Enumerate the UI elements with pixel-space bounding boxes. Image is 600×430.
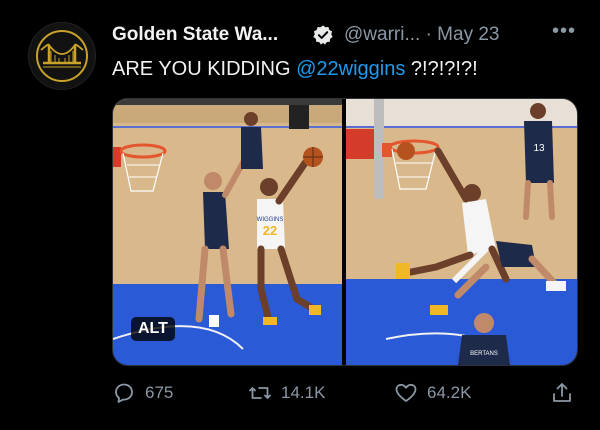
right-jersey-number: 13 [533, 143, 545, 154]
retweet-icon [249, 387, 271, 399]
like-count: 64.2K [427, 383, 472, 402]
author-name[interactable]: Golden State Wa... [112, 24, 278, 46]
like-icon [395, 383, 417, 402]
more-icon[interactable]: ••• [552, 20, 576, 43]
reply-count: 675 [145, 383, 174, 402]
retweet-count: 14.1K [281, 383, 326, 402]
verified-badge-icon [313, 25, 333, 45]
handle-and-date[interactable]: @warri... · May 23 [344, 24, 499, 46]
alt-badge[interactable]: ALT [131, 317, 175, 341]
reply-button[interactable]: 675 [112, 378, 173, 408]
tweet-text: ARE YOU KIDDING @22wiggins ?!?!?!?! [112, 58, 478, 81]
like-button[interactable]: 64.2K [394, 378, 471, 408]
tweet-text-prefix: ARE YOU KIDDING [112, 58, 297, 80]
mention-link[interactable]: @22wiggins [296, 58, 405, 80]
share-button[interactable] [550, 378, 574, 408]
right-jersey-name: BERTANS [470, 351, 498, 357]
left-jersey-number: 22 [263, 223, 277, 238]
tweet-text-suffix: ?!?!?!?! [405, 58, 478, 80]
share-icon [553, 383, 571, 402]
action-bar: 675 14.1K 64.2K [112, 378, 582, 408]
media-grid: WIGGINS 22 13 BERTANS ALT [112, 98, 578, 366]
tweet-header: Golden State Wa... @warri... · May 23 ••… [112, 20, 582, 50]
reply-icon [115, 383, 133, 403]
retweet-button[interactable]: 14.1K [248, 378, 325, 408]
avatar[interactable] [28, 22, 96, 90]
media-photo-right[interactable]: 13 BERTANS [346, 99, 577, 365]
warriors-logo-icon [36, 30, 88, 82]
